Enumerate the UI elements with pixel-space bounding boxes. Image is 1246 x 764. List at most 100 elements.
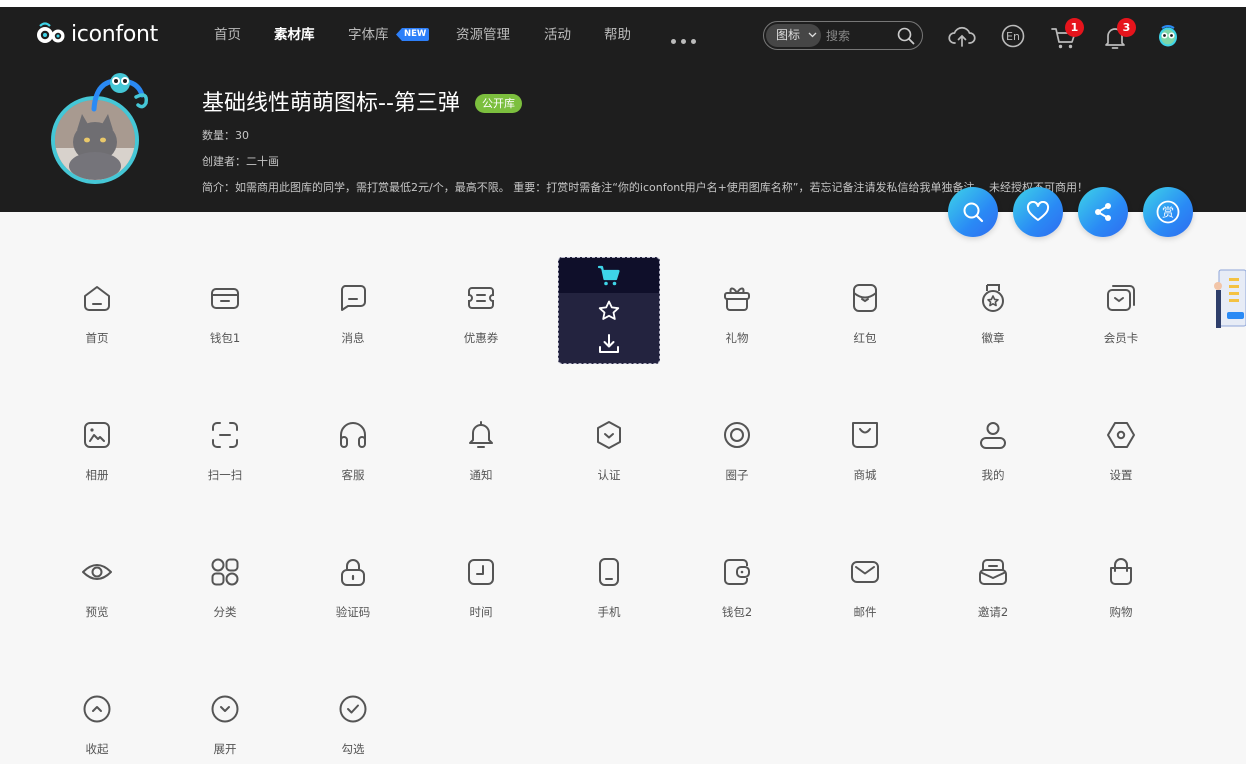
icon-label: 钱包1: [209, 331, 241, 345]
library-title: 基础线性萌萌图标--第三弹: [202, 91, 460, 116]
icon-card[interactable]: 购物: [1071, 536, 1171, 636]
svg-text:En: En: [1006, 30, 1020, 43]
download-icon[interactable]: [597, 332, 621, 356]
clock-icon: [468, 559, 494, 585]
more-menu-icon[interactable]: [671, 39, 696, 44]
icon-card[interactable]: 商城: [815, 399, 915, 499]
favorite-star-icon[interactable]: [597, 299, 621, 323]
upload-cloud-icon[interactable]: [948, 23, 976, 49]
search-type-label: 图标: [776, 28, 801, 42]
icon-card[interactable]: 邮件: [815, 536, 915, 636]
add-to-cart-icon[interactable]: [597, 264, 621, 288]
iconfont-logo[interactable]: iconfont: [36, 19, 158, 49]
icon-card[interactable]: 扫一扫: [175, 399, 275, 499]
settings-icon: [1107, 422, 1135, 448]
icon-label: 消息: [341, 331, 365, 345]
red-packet-icon: [853, 284, 877, 312]
new-badge: NEW: [396, 28, 430, 41]
icon-card[interactable]: 预览: [47, 536, 147, 636]
search-icon[interactable]: [897, 27, 915, 45]
icon-label: 我的: [981, 468, 1005, 482]
icon-card[interactable]: 手机: [559, 536, 659, 636]
icon-card[interactable]: 通知: [431, 399, 531, 499]
eye-icon: [82, 564, 112, 580]
icon-label: 购物: [1109, 605, 1133, 619]
icon-card[interactable]: 圈子: [687, 399, 787, 499]
nav-item-activities[interactable]: 活动: [544, 26, 571, 44]
icon-card[interactable]: 认证: [559, 399, 659, 499]
icon-label: 勾选: [341, 742, 365, 756]
hovered-icon-card[interactable]: [558, 257, 660, 364]
icon-card[interactable]: 首页: [47, 262, 147, 362]
user-icon: [980, 422, 1006, 449]
language-en-icon[interactable]: En: [1000, 23, 1026, 49]
category-icon: [211, 558, 239, 586]
icon-label: 邮件: [853, 605, 877, 619]
icon-label: 相册: [85, 468, 109, 482]
bell-icon: [469, 421, 493, 448]
icon-label: 验证码: [335, 605, 371, 619]
icon-label: 收起: [85, 742, 109, 756]
icon-card[interactable]: 礼物: [687, 262, 787, 362]
search-type-select[interactable]: 图标: [766, 24, 821, 47]
icon-card[interactable]: 时间: [431, 536, 531, 636]
icon-card[interactable]: 徽章: [943, 262, 1043, 362]
icon-card[interactable]: 优惠券: [431, 262, 531, 362]
search-icon: [963, 202, 984, 223]
icon-label: 展开: [213, 742, 237, 756]
icon-label: 会员卡: [1103, 331, 1139, 345]
lock-icon: [341, 559, 365, 586]
cart-count-badge: 1: [1065, 18, 1084, 37]
album-icon: [84, 422, 110, 448]
icon-card[interactable]: 收起: [47, 673, 147, 764]
nav-item-resource-management[interactable]: 资源管理: [456, 26, 510, 44]
nav-item-help[interactable]: 帮助: [604, 26, 631, 44]
favorite-button[interactable]: [1013, 187, 1063, 237]
icon-card[interactable]: 验证码: [303, 536, 403, 636]
chevron-up-circle-icon: [83, 695, 111, 723]
icon-label: 时间: [469, 605, 493, 619]
icon-card[interactable]: 我的: [943, 399, 1043, 499]
notification-count-badge: 3: [1117, 18, 1136, 37]
member-card-icon: [1107, 285, 1135, 311]
verify-icon: [597, 421, 621, 449]
icon-card[interactable]: 设置: [1071, 399, 1171, 499]
library-creator[interactable]: 创建者：二十画: [202, 155, 279, 169]
icon-card[interactable]: 会员卡: [1071, 262, 1171, 362]
icon-card[interactable]: 邀请2: [943, 536, 1043, 636]
search-library-button[interactable]: [948, 187, 998, 237]
chameleon-mascot-icon: [91, 73, 149, 112]
badge-icon: [982, 284, 1004, 312]
icon-label: 通知: [469, 468, 493, 482]
check-circle-icon: [339, 695, 367, 723]
top-nav: iconfont 首页 素材库 字体库 NEW 资源管理 活动 帮助 图标 En…: [0, 7, 1246, 63]
icon-label: 钱包2: [721, 605, 753, 619]
icon-card[interactable]: 消息: [303, 262, 403, 362]
reward-button[interactable]: 赏: [1143, 187, 1193, 237]
nav-item-font-library[interactable]: 字体库: [348, 26, 389, 44]
icon-card[interactable]: 客服: [303, 399, 403, 499]
coupon-icon: [468, 287, 494, 309]
icon-card[interactable]: 分类: [175, 536, 275, 636]
icon-label: 预览: [85, 605, 109, 619]
icon-card[interactable]: 红包: [815, 262, 915, 362]
icon-card[interactable]: 钱包1: [175, 262, 275, 362]
icon-card[interactable]: 勾选: [303, 673, 403, 764]
nav-item-material-library[interactable]: 素材库: [274, 26, 315, 44]
search-input[interactable]: [826, 26, 896, 46]
gift-icon: [724, 287, 750, 311]
icon-label: 商城: [853, 468, 877, 482]
icon-label: 首页: [85, 331, 109, 345]
user-avatar-icon[interactable]: [1154, 22, 1182, 50]
icon-card[interactable]: 相册: [47, 399, 147, 499]
icon-card[interactable]: 展开: [175, 673, 275, 764]
chameleon-logo-icon: [37, 22, 65, 43]
nav-item-home[interactable]: 首页: [214, 26, 241, 44]
share-button[interactable]: [1078, 187, 1128, 237]
icon-card[interactable]: 钱包2: [687, 536, 787, 636]
headset-icon: [340, 422, 366, 448]
icon-label: 礼物: [725, 331, 749, 345]
side-promo-illustration[interactable]: [1213, 268, 1246, 330]
reward-label: 赏: [1162, 206, 1174, 220]
shopping-bag-icon: [1110, 558, 1132, 585]
